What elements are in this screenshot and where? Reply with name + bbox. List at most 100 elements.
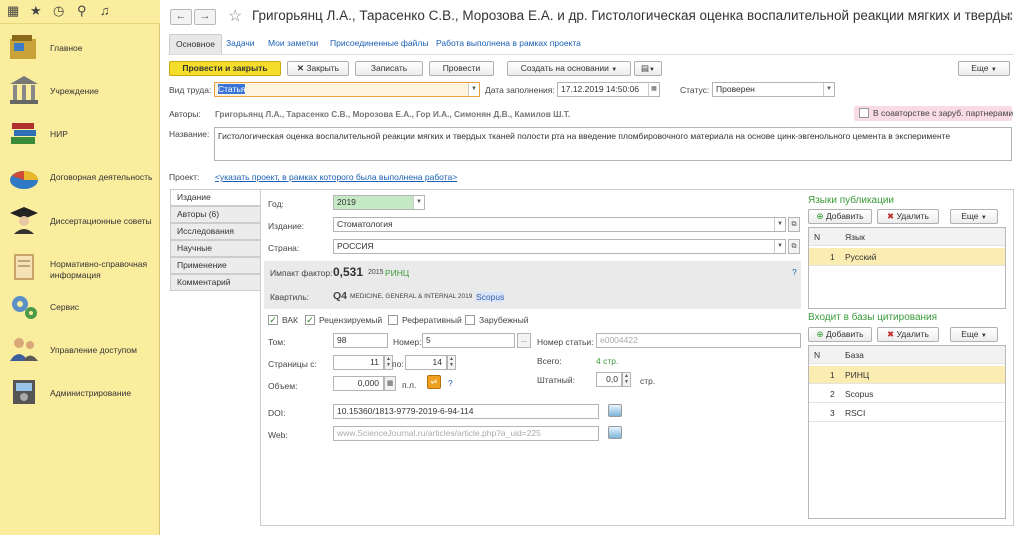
add-language-button[interactable]: ⊕ Добавить — [808, 209, 872, 224]
foreign-coauthor-checkbox[interactable] — [859, 108, 869, 118]
authors-label: Авторы: — [169, 109, 201, 119]
close-button[interactable]: ✕ Закрыть — [287, 61, 349, 76]
reviewed-checkbox[interactable]: ✓ — [305, 315, 315, 325]
staff-field[interactable]: 0,0 — [596, 372, 622, 387]
add-citation-button[interactable]: ⊕ Добавить — [808, 327, 872, 342]
foreign-coauthor-label: В соавторстве с заруб. партнерами — [873, 108, 1014, 118]
dropdown-arrow-icon[interactable]: ▼ — [413, 196, 424, 209]
tab-main[interactable]: Основное — [169, 34, 222, 54]
tab-files[interactable]: Присоединенные файлы — [324, 34, 434, 54]
tab-notes[interactable]: Мои заметки — [262, 34, 324, 54]
dropdown-arrow-icon[interactable]: ▼ — [468, 83, 479, 96]
write-button[interactable]: Записать — [355, 61, 423, 76]
web-field[interactable]: www.ScienceJournal.ru/articles/article.p… — [333, 426, 599, 441]
citation-more-button[interactable]: Еще ▼ — [950, 327, 998, 342]
post-and-close-button[interactable]: Провести и закрыть — [169, 61, 281, 76]
work-type-field[interactable]: Статья ▼ — [214, 82, 480, 97]
volume-field[interactable]: 98 — [333, 333, 388, 348]
authors-value: Григорьянц Л.А., Тарасенко С.В., Морозов… — [215, 109, 571, 119]
status-field[interactable]: Проверен ▼ — [712, 82, 835, 97]
staff-unit: стр. — [640, 376, 656, 386]
open-edition-icon[interactable]: ⧉ — [788, 217, 800, 232]
calculator-icon[interactable]: ▦ — [384, 376, 396, 391]
open-web-icon[interactable] — [608, 426, 622, 439]
post-button[interactable]: Провести — [429, 61, 494, 76]
sidebar-item-service[interactable]: Сервис — [0, 286, 160, 328]
abstract-label: Реферативный — [402, 315, 462, 325]
tab-project[interactable]: Работа выполнена в рамках проекта — [430, 34, 587, 54]
calendar-icon[interactable]: ▦ — [648, 83, 659, 96]
sidebar-item-home[interactable]: Главное — [0, 27, 160, 69]
close-icon[interactable]: × — [1005, 9, 1012, 23]
building-icon — [10, 76, 38, 104]
vtab-platforms[interactable]: Научные платформы — [170, 240, 260, 268]
search-icon[interactable]: ⚲ — [77, 3, 87, 19]
table-header: N База — [809, 346, 1005, 364]
dropdown-arrow-icon[interactable]: ▼ — [774, 218, 785, 231]
fill-date-field[interactable]: 17.12.2019 14:50:06 ▦ — [557, 82, 660, 97]
reviewed-label: Рецензируемый — [319, 315, 383, 325]
sidebar-item-councils[interactable]: Диссертационные советы — [0, 200, 160, 242]
reference-book-icon — [14, 254, 34, 280]
star-icon[interactable]: ★ — [30, 3, 42, 19]
sidebar: Главное Учреждение НИР Договорная деятел… — [0, 24, 160, 535]
table-row[interactable]: 2 Scopus — [809, 385, 1005, 403]
dropdown-arrow-icon[interactable]: ▼ — [774, 240, 785, 253]
sidebar-item-institution[interactable]: Учреждение — [0, 70, 160, 112]
forward-button[interactable]: → — [194, 9, 216, 25]
total-label: Всего: — [537, 356, 562, 366]
close-x-icon: ✕ — [296, 63, 307, 73]
open-country-icon[interactable]: ⧉ — [788, 239, 800, 254]
more-menu-icon[interactable]: ⋮ — [992, 8, 1004, 22]
table-row[interactable]: 1 Русский — [809, 248, 1005, 266]
staff-spin-icon[interactable]: ▲ ▼ — [622, 372, 631, 387]
history-icon[interactable]: ◷ — [53, 3, 64, 19]
country-field[interactable]: РОССИЯ ▼ — [333, 239, 786, 254]
article-no-field[interactable]: e0004422 — [596, 333, 801, 348]
open-doi-icon[interactable] — [608, 404, 622, 417]
table-row[interactable]: 1 РИНЦ — [809, 366, 1005, 384]
vtab-research[interactable]: Исследования — [170, 223, 260, 240]
apps-grid-icon[interactable]: ▦ — [7, 3, 19, 19]
print-menu-button[interactable]: ▤▼ — [634, 61, 662, 76]
size-help-icon[interactable]: ? — [448, 378, 453, 388]
number-field[interactable]: 5 — [422, 333, 515, 348]
pages-to-field[interactable]: 14 — [405, 355, 447, 370]
sidebar-item-contracts[interactable]: Договорная деятельность — [0, 156, 160, 198]
languages-table: N Язык 1 Русский — [808, 227, 1006, 309]
vtab-authors[interactable]: Авторы (6) — [170, 206, 260, 223]
help-icon[interactable]: ? — [792, 267, 797, 277]
pages-to-spin-icon[interactable]: ▲ ▼ — [447, 355, 456, 370]
vtab-edition[interactable]: Издание — [170, 189, 260, 206]
back-button[interactable]: ← — [170, 9, 192, 25]
foreign-label: Зарубежный — [479, 315, 529, 325]
foreign-checkbox[interactable] — [465, 315, 475, 325]
languages-more-button[interactable]: Еще ▼ — [950, 209, 998, 224]
delete-language-button[interactable]: ✖ Удалить — [877, 209, 939, 224]
project-link[interactable]: <указать проект, в рамках которого была … — [215, 172, 457, 182]
vak-checkbox[interactable]: ✓ — [268, 315, 278, 325]
more-actions-button[interactable]: Еще ▼ — [958, 61, 1010, 76]
abstract-checkbox[interactable] — [388, 315, 398, 325]
bell-icon[interactable]: ♫ — [100, 3, 110, 18]
dropdown-arrow-icon: ▼ — [611, 67, 618, 73]
year-field[interactable]: 2019 ▼ — [333, 195, 425, 210]
name-field[interactable]: Гистологическая оценка воспалительной ре… — [214, 127, 1012, 161]
pages-from-field[interactable]: 11 — [333, 355, 384, 370]
favorite-star-icon[interactable]: ☆ — [228, 6, 242, 26]
number-select-button[interactable]: ... — [517, 333, 531, 348]
sidebar-item-access[interactable]: Управление доступом — [0, 329, 160, 371]
create-based-button[interactable]: Создать на основании ▼ — [507, 61, 631, 76]
tab-tasks[interactable]: Задачи — [220, 34, 261, 54]
dropdown-arrow-icon[interactable]: ▼ — [823, 83, 834, 96]
sidebar-item-nir[interactable]: НИР — [0, 113, 160, 155]
size-field[interactable]: 0,000 — [333, 376, 384, 391]
delete-citation-button[interactable]: ✖ Удалить — [877, 327, 939, 342]
vtab-application[interactable]: Применение — [170, 257, 260, 274]
edition-field[interactable]: Стоматология ▼ — [333, 217, 786, 232]
recalc-icon[interactable]: ⇌ — [427, 375, 441, 389]
doi-field[interactable]: 10.15360/1813-9779-2019-6-94-114 — [333, 404, 599, 419]
table-row[interactable]: 3 RSCI — [809, 404, 1005, 422]
vtab-comment[interactable]: Комментарий — [170, 274, 260, 291]
sidebar-item-admin[interactable]: Администрирование — [0, 372, 160, 414]
